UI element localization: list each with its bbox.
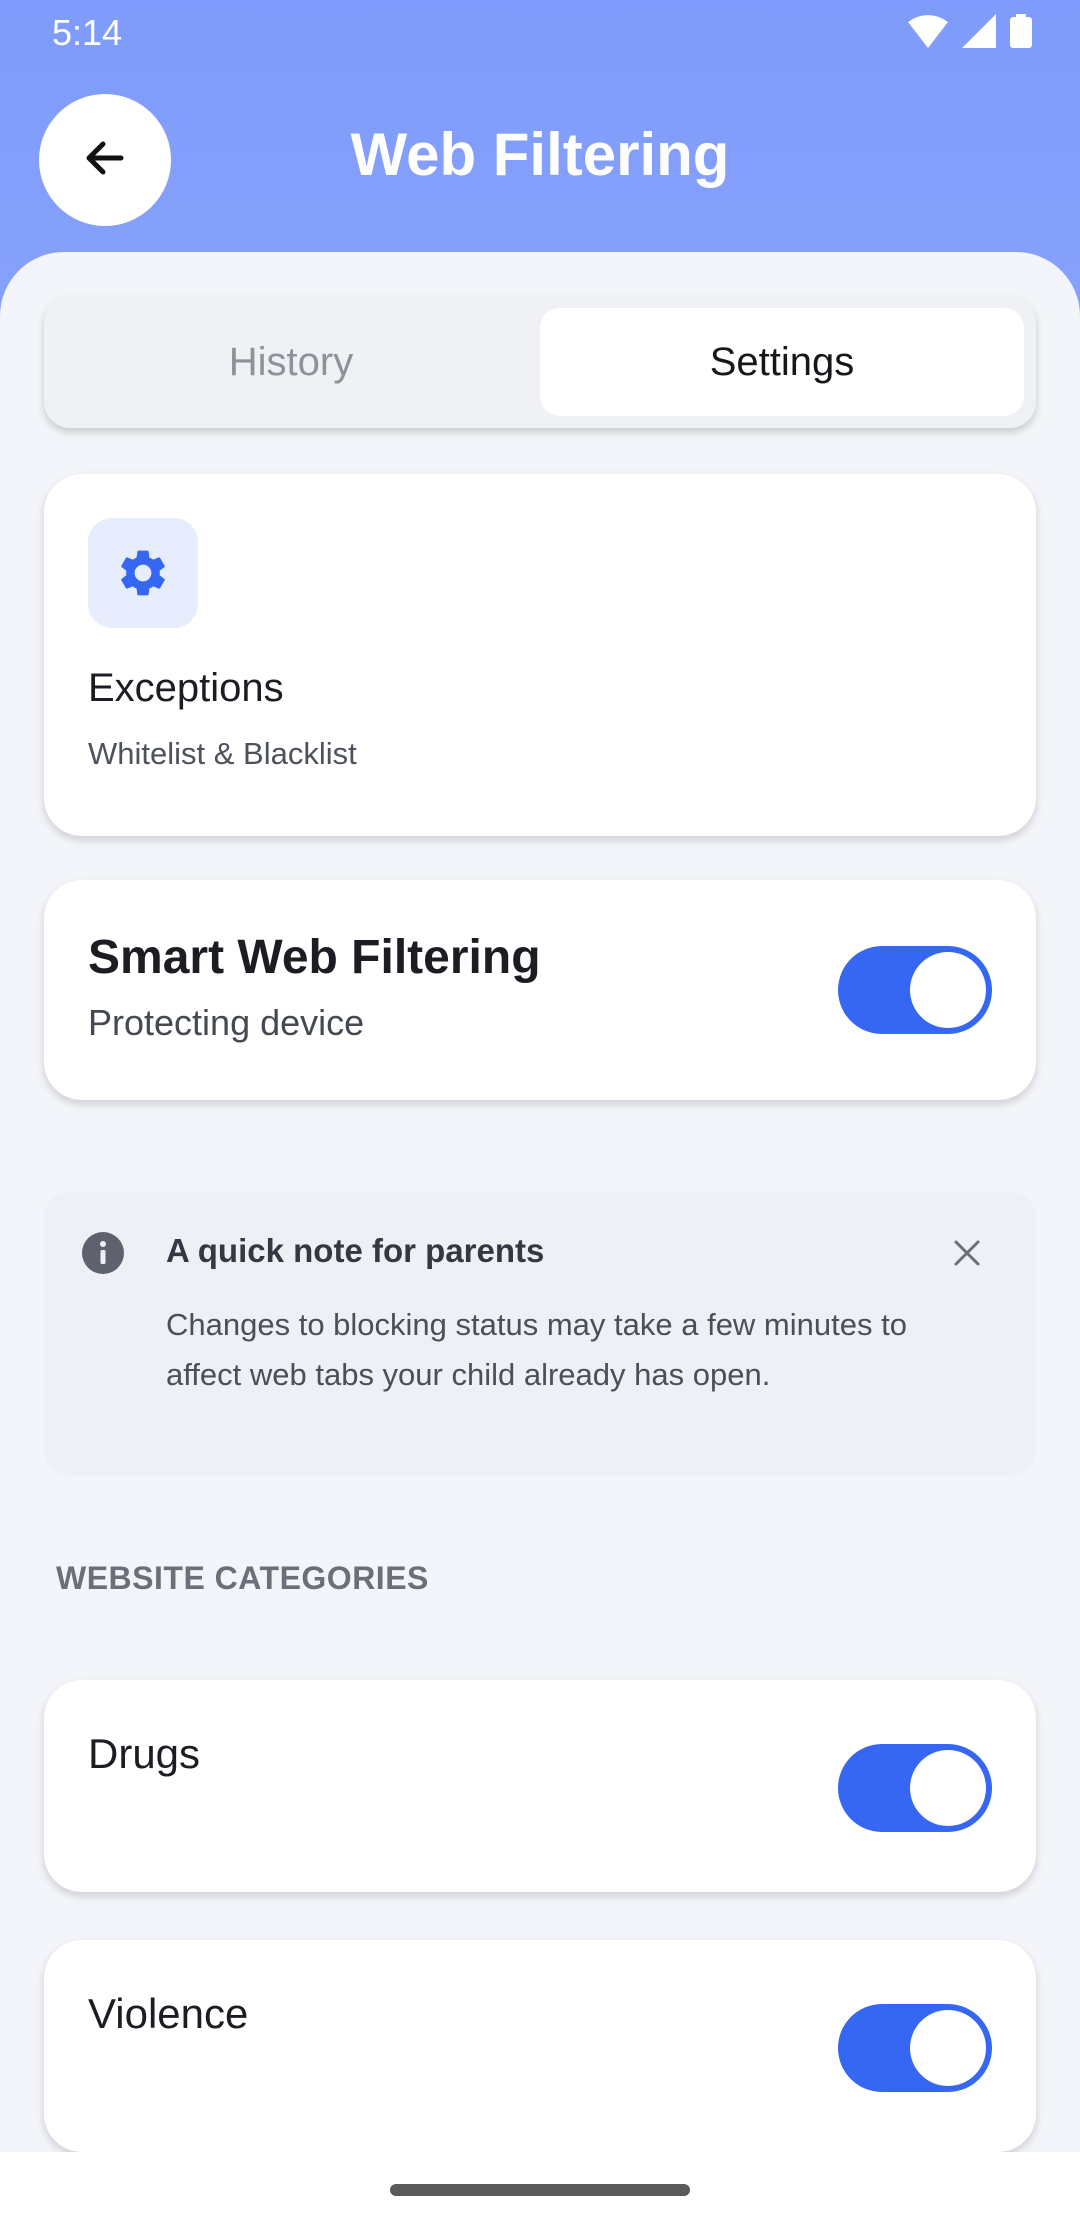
- battery-icon: [1010, 14, 1032, 53]
- smart-filtering-toggle[interactable]: [838, 946, 992, 1034]
- parent-note: A quick note for parents Changes to bloc…: [44, 1192, 1036, 1476]
- home-gesture-pill[interactable]: [390, 2184, 690, 2196]
- category-toggle-violence[interactable]: [838, 2004, 992, 2092]
- status-bar: 5:14: [0, 0, 1080, 70]
- smart-filtering-subtitle: Protecting device: [88, 1002, 365, 1043]
- signal-icon: [962, 14, 996, 53]
- category-row-drugs: Drugs: [44, 1680, 1036, 1892]
- toggle-knob: [910, 1750, 986, 1826]
- tab-settings[interactable]: Settings: [540, 308, 1024, 416]
- navigation-bar: [0, 2152, 1080, 2220]
- category-label: Drugs: [88, 1730, 201, 1777]
- note-text: Changes to blocking status may take a fe…: [166, 1307, 907, 1392]
- gear-icon: [88, 518, 198, 628]
- category-toggle-drugs[interactable]: [838, 1744, 992, 1832]
- page-title: Web Filtering: [350, 121, 730, 188]
- category-label: Violence: [88, 1990, 249, 2037]
- section-label: WEBSITE CATEGORIES: [56, 1560, 429, 1596]
- smart-filtering-title: Smart Web Filtering: [88, 931, 541, 984]
- tab-history[interactable]: History: [56, 308, 526, 416]
- status-time: 5:14: [52, 12, 123, 53]
- toggle-knob: [910, 2010, 986, 2086]
- exceptions-title: Exceptions: [88, 666, 284, 710]
- exceptions-card[interactable]: Exceptions Whitelist & Blacklist: [44, 474, 1036, 836]
- wifi-icon: [908, 14, 948, 53]
- exceptions-subtitle: Whitelist & Blacklist: [88, 736, 357, 771]
- info-icon: [82, 1232, 124, 1279]
- tab-bar: History Settings: [44, 296, 1036, 428]
- note-title: A quick note for parents: [166, 1232, 545, 1269]
- category-row-violence: Violence: [44, 1940, 1036, 2152]
- close-icon[interactable]: [952, 1238, 982, 1273]
- smart-filtering-card: Smart Web Filtering Protecting device: [44, 880, 1036, 1100]
- toggle-knob: [910, 952, 986, 1028]
